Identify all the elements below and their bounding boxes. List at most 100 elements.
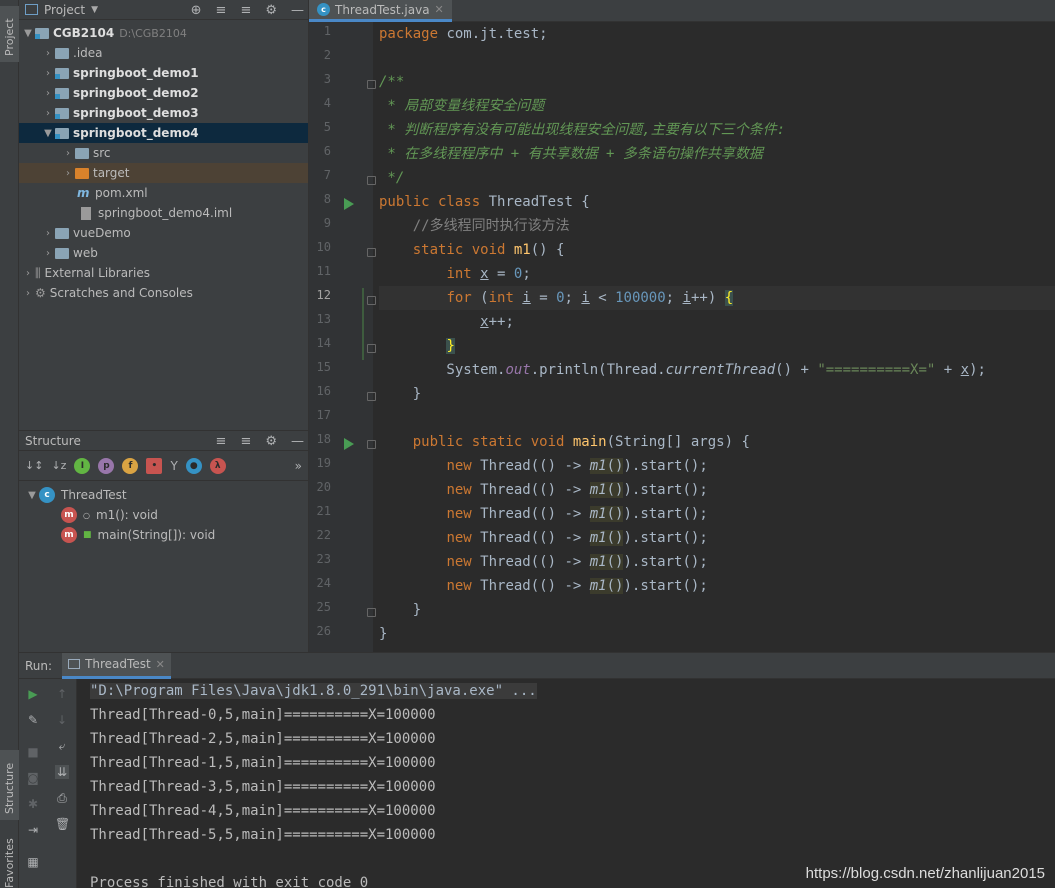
tree-item-external-libraries[interactable]: › ⫼ External Libraries (19, 263, 308, 283)
tab-threadtest-java[interactable]: c ThreadTest.java ✕ (309, 0, 452, 22)
project-panel: Project ▼ ⊕ ≡ ≡ ⚙ — ▼ CGB2104 D:\CGB2104… (19, 0, 308, 430)
console-line: Thread[Thread-2,5,main]==========X=10000… (90, 731, 436, 747)
structure-header-icons: ≡ ≡ ⚙ — (216, 431, 304, 451)
tree-item-vuedemo[interactable]: › vueDemo (19, 223, 308, 243)
file-icon (81, 206, 91, 220)
tree-item-springboot-demo3[interactable]: › springboot_demo3 (19, 103, 308, 123)
tree-item-target[interactable]: › target (19, 163, 308, 183)
code-line: new Thread(() -> m1()).start(); (446, 554, 708, 570)
fold-icon[interactable] (367, 296, 376, 305)
code-line: new Thread(() -> m1()).start(); (446, 578, 708, 594)
tree-item-src[interactable]: › src (19, 143, 308, 163)
arrow-down-icon[interactable]: ↓ (55, 713, 69, 727)
tree-item-idea[interactable]: › .idea (19, 43, 308, 63)
console-line: Thread[Thread-4,5,main]==========X=10000… (90, 803, 436, 819)
properties-icon[interactable]: p (98, 457, 115, 474)
class-icon: c (39, 487, 55, 503)
sort-visibility-icon[interactable]: ↓↕ (25, 459, 43, 472)
fold-icon[interactable] (367, 608, 376, 617)
wrench-icon[interactable]: ✎ (26, 713, 40, 727)
soft-wrap-icon[interactable]: ⤶ (55, 739, 69, 753)
fields-icon[interactable]: f (122, 457, 139, 474)
lambdas-filter-icon[interactable]: Y (170, 459, 177, 473)
chevron-right-icon[interactable]: › (61, 148, 75, 159)
expand-all-icon[interactable]: ≡ (216, 3, 227, 18)
run-tab-threadtest[interactable]: ThreadTest ✕ (62, 652, 171, 679)
structure-member[interactable]: m ■ main(String[]): void (19, 525, 308, 545)
sort-alpha-icon[interactable]: ↓z (51, 459, 66, 472)
tree-item-springboot-demo4[interactable]: ▼ springboot_demo4 (19, 123, 308, 143)
line-number: 21 (316, 504, 331, 518)
favorites-tool-tab[interactable]: Favorites (0, 838, 19, 888)
gear-icon[interactable]: ⚙ (265, 3, 277, 18)
layout-icon[interactable]: ▦ (26, 855, 40, 869)
expand-all-icon[interactable]: ≡ (216, 434, 227, 449)
tree-item-web[interactable]: › web (19, 243, 308, 263)
camera-icon[interactable]: ◙ (26, 771, 40, 785)
rerun-icon[interactable]: ▶ (26, 687, 40, 701)
exit-icon[interactable]: ⇥ (26, 823, 40, 837)
gear-icon[interactable]: ⚙ (265, 434, 277, 449)
tree-item-springboot-demo2[interactable]: › springboot_demo2 (19, 83, 308, 103)
chevron-right-icon[interactable]: › (41, 88, 55, 99)
arrow-up-icon[interactable]: ↑ (55, 687, 69, 701)
tree-item-cgb2104[interactable]: ▼ CGB2104 D:\CGB2104 (19, 23, 308, 43)
fold-icon[interactable] (367, 176, 376, 185)
locate-icon[interactable]: ⊕ (191, 3, 202, 18)
structure-member[interactable]: m ○ m1(): void (19, 505, 308, 525)
chevron-down-icon[interactable]: ▼ (41, 128, 55, 139)
anonymous-icon[interactable]: ● (185, 457, 202, 474)
more-icon[interactable]: » (295, 459, 302, 473)
console-output[interactable]: "D:\Program Files\Java\jdk1.8.0_291\bin\… (77, 679, 1055, 888)
chevron-down-icon[interactable]: ▼ (21, 28, 35, 39)
tree-item-pom-xml[interactable]: m pom.xml (19, 183, 308, 203)
stop-icon[interactable]: ■ (26, 745, 40, 759)
trash-icon[interactable]: 🗑 (55, 817, 70, 831)
bug-icon[interactable]: ✱ (26, 797, 40, 811)
structure-class[interactable]: ▼ c ThreadTest (19, 485, 308, 505)
run-class-icon[interactable] (344, 198, 354, 210)
tree-item-label: web (73, 246, 98, 260)
lambda-icon[interactable]: λ (209, 457, 226, 474)
project-tool-tab[interactable]: Project (0, 6, 19, 62)
chevron-right-icon[interactable]: › (21, 268, 35, 279)
chevron-right-icon[interactable]: › (61, 168, 75, 179)
fold-icon[interactable] (367, 344, 376, 353)
code-line: package com.jt.test; (379, 26, 548, 42)
close-icon[interactable]: ✕ (156, 658, 165, 671)
fold-icon[interactable] (367, 80, 376, 89)
chevron-right-icon[interactable]: › (41, 108, 55, 119)
scroll-to-end-icon[interactable]: ⇊ (55, 765, 69, 779)
project-panel-title[interactable]: Project (44, 3, 85, 17)
chevron-right-icon[interactable]: › (21, 288, 35, 299)
chevron-right-icon[interactable]: › (41, 48, 55, 59)
chevron-right-icon[interactable]: › (41, 248, 55, 259)
line-number: 11 (316, 264, 331, 278)
inherited-icon[interactable]: I (74, 457, 91, 474)
chevron-down-icon[interactable]: ▼ (91, 5, 98, 15)
print-icon[interactable]: ⎙ (55, 791, 69, 805)
collapse-all-icon[interactable]: ≡ (240, 434, 251, 449)
hide-icon[interactable]: — (291, 3, 304, 18)
non-public-icon[interactable]: • (146, 457, 163, 474)
fold-icon[interactable] (367, 440, 376, 449)
chevron-down-icon[interactable]: ▼ (25, 490, 39, 501)
tree-item-scratches[interactable]: › ⚙ Scratches and Consoles (19, 283, 308, 303)
tree-item-label: springboot_demo3 (73, 106, 199, 120)
chevron-right-icon[interactable]: › (41, 68, 55, 79)
tree-item-springboot-demo4-iml[interactable]: springboot_demo4.iml (19, 203, 308, 223)
fold-icon[interactable] (367, 392, 376, 401)
code-area[interactable]: package com.jt.test; /** * 局部变量线程安全问题 * … (379, 22, 1055, 652)
close-icon[interactable]: ✕ (435, 3, 444, 16)
collapse-all-icon[interactable]: ≡ (240, 3, 251, 18)
chevron-right-icon[interactable]: › (41, 228, 55, 239)
fold-icon[interactable] (367, 248, 376, 257)
hide-icon[interactable]: — (291, 434, 304, 449)
console-line: "D:\Program Files\Java\jdk1.8.0_291\bin\… (90, 679, 1055, 703)
tree-item-springboot-demo1[interactable]: › springboot_demo1 (19, 63, 308, 83)
run-toolbar: ▶ ↑ ✎ ↓ ■ ⤶ ◙ ⇊ ✱ ⎙ ⇥ 🗑 ▦ (19, 679, 77, 888)
run-panel: Run: ThreadTest ✕ ▶ ↑ ✎ ↓ ■ ⤶ ◙ ⇊ ✱ ⎙ ⇥ … (19, 652, 1055, 888)
run-main-icon[interactable] (344, 438, 354, 450)
code-line: public static void main(String[] args) { (412, 434, 750, 450)
structure-tool-tab[interactable]: Structure (0, 750, 19, 820)
